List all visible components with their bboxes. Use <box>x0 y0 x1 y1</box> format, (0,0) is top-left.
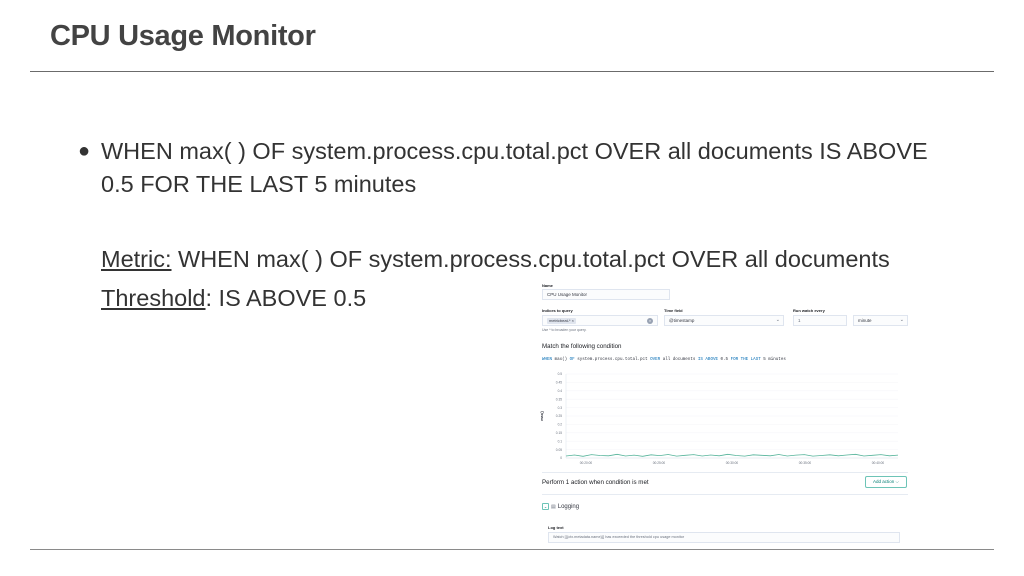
y-tick-label: 0 <box>560 456 562 460</box>
log-text-label: Log text <box>548 525 564 530</box>
cpu-line-chart: max() 0.5 0.45 0.4 0.35 0.3 0.25 0.2 0.15 0.1 0.05… <box>540 372 899 465</box>
y-tick-label: 0.35 <box>556 397 562 401</box>
footer-divider <box>30 549 994 550</box>
name-label: Name <box>542 283 553 288</box>
chevron-down-icon: ⌄ <box>775 317 780 323</box>
bullet-dot-icon: ● <box>78 140 91 162</box>
name-input[interactable]: CPU Usage Monitor <box>542 289 670 300</box>
metric-line: Metric: WHEN max( ) OF system.process.cp… <box>101 246 890 273</box>
threshold-text: : IS ABOVE 0.5 <box>205 285 367 311</box>
x-tick-label: 00:20:00 <box>580 461 593 465</box>
logging-action-toggle[interactable]: ⌄ ▤ Logging <box>542 503 579 510</box>
y-tick-label: 0.1 <box>558 439 563 443</box>
watcher-screenshot: Name CPU Usage Monitor Indices to query … <box>536 280 916 546</box>
title-divider <box>30 71 994 72</box>
chevron-down-icon: ⌄ <box>899 317 904 323</box>
condition-title: Match the following condition <box>542 343 622 350</box>
y-tick-label: 0.5 <box>558 372 563 376</box>
run-every-unit-select[interactable]: minute ⌄ <box>853 315 908 326</box>
threshold-line: Threshold: IS ABOVE 0.5 <box>101 285 366 312</box>
time-field-select[interactable]: @timestamp ⌄ <box>664 315 784 326</box>
y-axis-label: max() <box>540 410 544 420</box>
slide-title: CPU Usage Monitor <box>50 20 316 52</box>
y-tick-label: 0.15 <box>556 431 562 435</box>
indices-label: Indices to query <box>542 308 573 313</box>
y-tick-label: 0.25 <box>556 414 562 418</box>
actions-title: Perform 1 action when condition is met <box>542 479 649 486</box>
chevron-down-icon: ⌄ <box>542 503 549 510</box>
indices-combobox[interactable]: metricbeat-* × × <box>542 315 658 326</box>
y-tick-label: 0.05 <box>556 448 562 452</box>
bullet-text: WHEN max( ) OF system.process.cpu.total.… <box>101 138 928 197</box>
series-line <box>565 453 899 457</box>
log-text-input[interactable]: Watch [{{ctx.metadata.name}}] has exceed… <box>548 532 900 543</box>
run-every-input[interactable]: 1 <box>793 315 847 326</box>
condition-expression[interactable]: WHEN max() OF system.process.cpu.total.p… <box>542 358 786 362</box>
section-divider <box>542 472 908 473</box>
y-tick-label: 0.45 <box>556 381 562 385</box>
logging-label: Logging <box>557 503 580 510</box>
threshold-label: Threshold <box>101 285 206 311</box>
y-tick-label: 0.4 <box>558 389 563 393</box>
metric-label: Metric: <box>101 246 172 272</box>
run-every-label: Run watch every <box>793 308 825 313</box>
y-tick-label: 0.3 <box>558 406 563 410</box>
logging-icon: ▤ <box>551 503 556 510</box>
indices-tag[interactable]: metricbeat-* × <box>547 318 577 324</box>
x-tick-label: 00:35:00 <box>799 461 812 465</box>
clear-icon[interactable]: × <box>647 318 653 324</box>
bullet-item: ● WHEN max( ) OF system.process.cpu.tota… <box>78 135 958 201</box>
y-tick-label: 0.2 <box>558 423 563 427</box>
x-tick-label: 00:40:00 <box>872 461 885 465</box>
section-divider <box>542 494 908 495</box>
indices-hint: Use * to broaden your query. <box>542 328 587 332</box>
add-action-button[interactable]: Add action ⌵ <box>865 476 907 488</box>
time-field-label: Time field <box>664 308 683 313</box>
x-tick-label: 00:25:00 <box>653 461 666 465</box>
metric-text: WHEN max( ) OF system.process.cpu.total.… <box>171 246 890 272</box>
x-tick-label: 00:30:00 <box>726 461 739 465</box>
